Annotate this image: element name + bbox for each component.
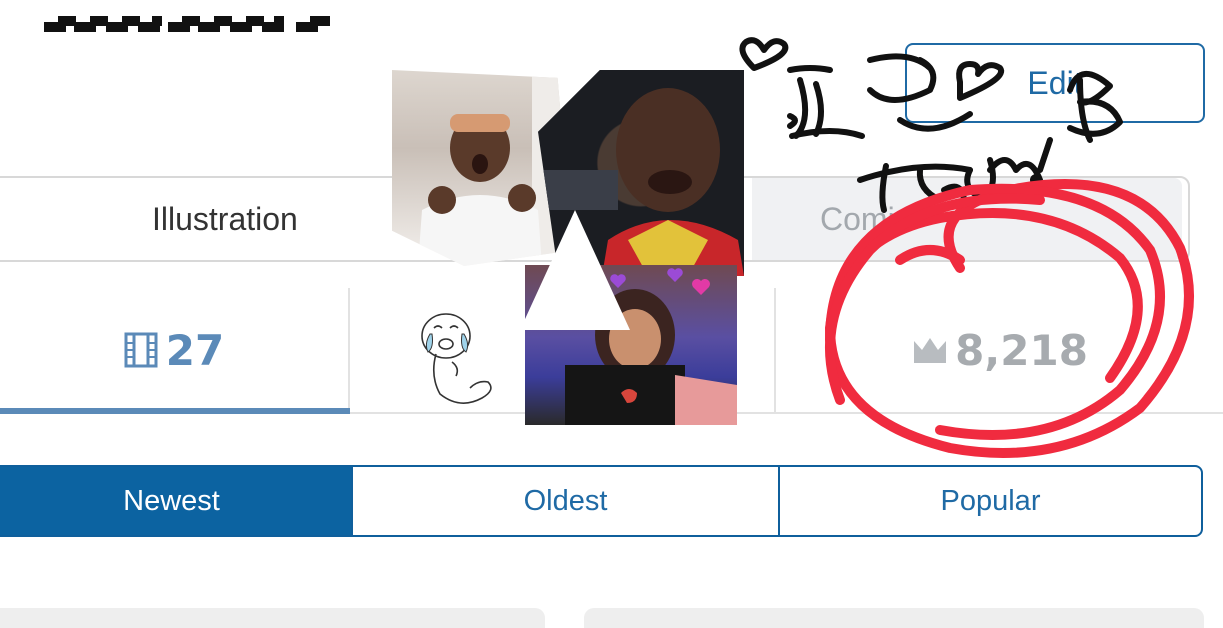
works-count: 27 <box>165 325 225 375</box>
sort-popular-button[interactable]: Popular <box>780 467 1201 535</box>
edit-button-label: Edit <box>1027 64 1083 101</box>
sort-tabs: Newest Oldest Popular <box>0 465 1203 537</box>
work-card[interactable] <box>0 608 545 628</box>
work-card[interactable] <box>584 608 1204 628</box>
tab-comic[interactable]: Comi <box>752 178 1182 260</box>
sort-oldest-label: Oldest <box>523 484 608 517</box>
rank-value: 8,218 <box>955 325 1088 375</box>
stat-works-tab[interactable]: 27 <box>0 288 350 414</box>
edit-button[interactable]: Edit <box>905 43 1205 123</box>
film-icon <box>124 332 158 368</box>
redacted-username <box>44 16 330 32</box>
sort-oldest-button[interactable]: Oldest <box>353 467 780 535</box>
tab-illustration-label: Illustration <box>152 200 298 237</box>
crying-doodle-sticker <box>421 313 492 404</box>
stat-rank-tab[interactable]: 8,218 <box>778 288 1223 412</box>
tab-illustration[interactable]: Illustration <box>0 178 342 260</box>
crown-icon <box>914 338 947 363</box>
active-tab-underline <box>0 408 350 414</box>
sort-newest-button[interactable]: Newest <box>0 467 353 535</box>
tab-comic-label: Comi <box>820 200 895 237</box>
sort-popular-label: Popular <box>940 484 1041 517</box>
sort-newest-label: Newest <box>123 484 220 517</box>
